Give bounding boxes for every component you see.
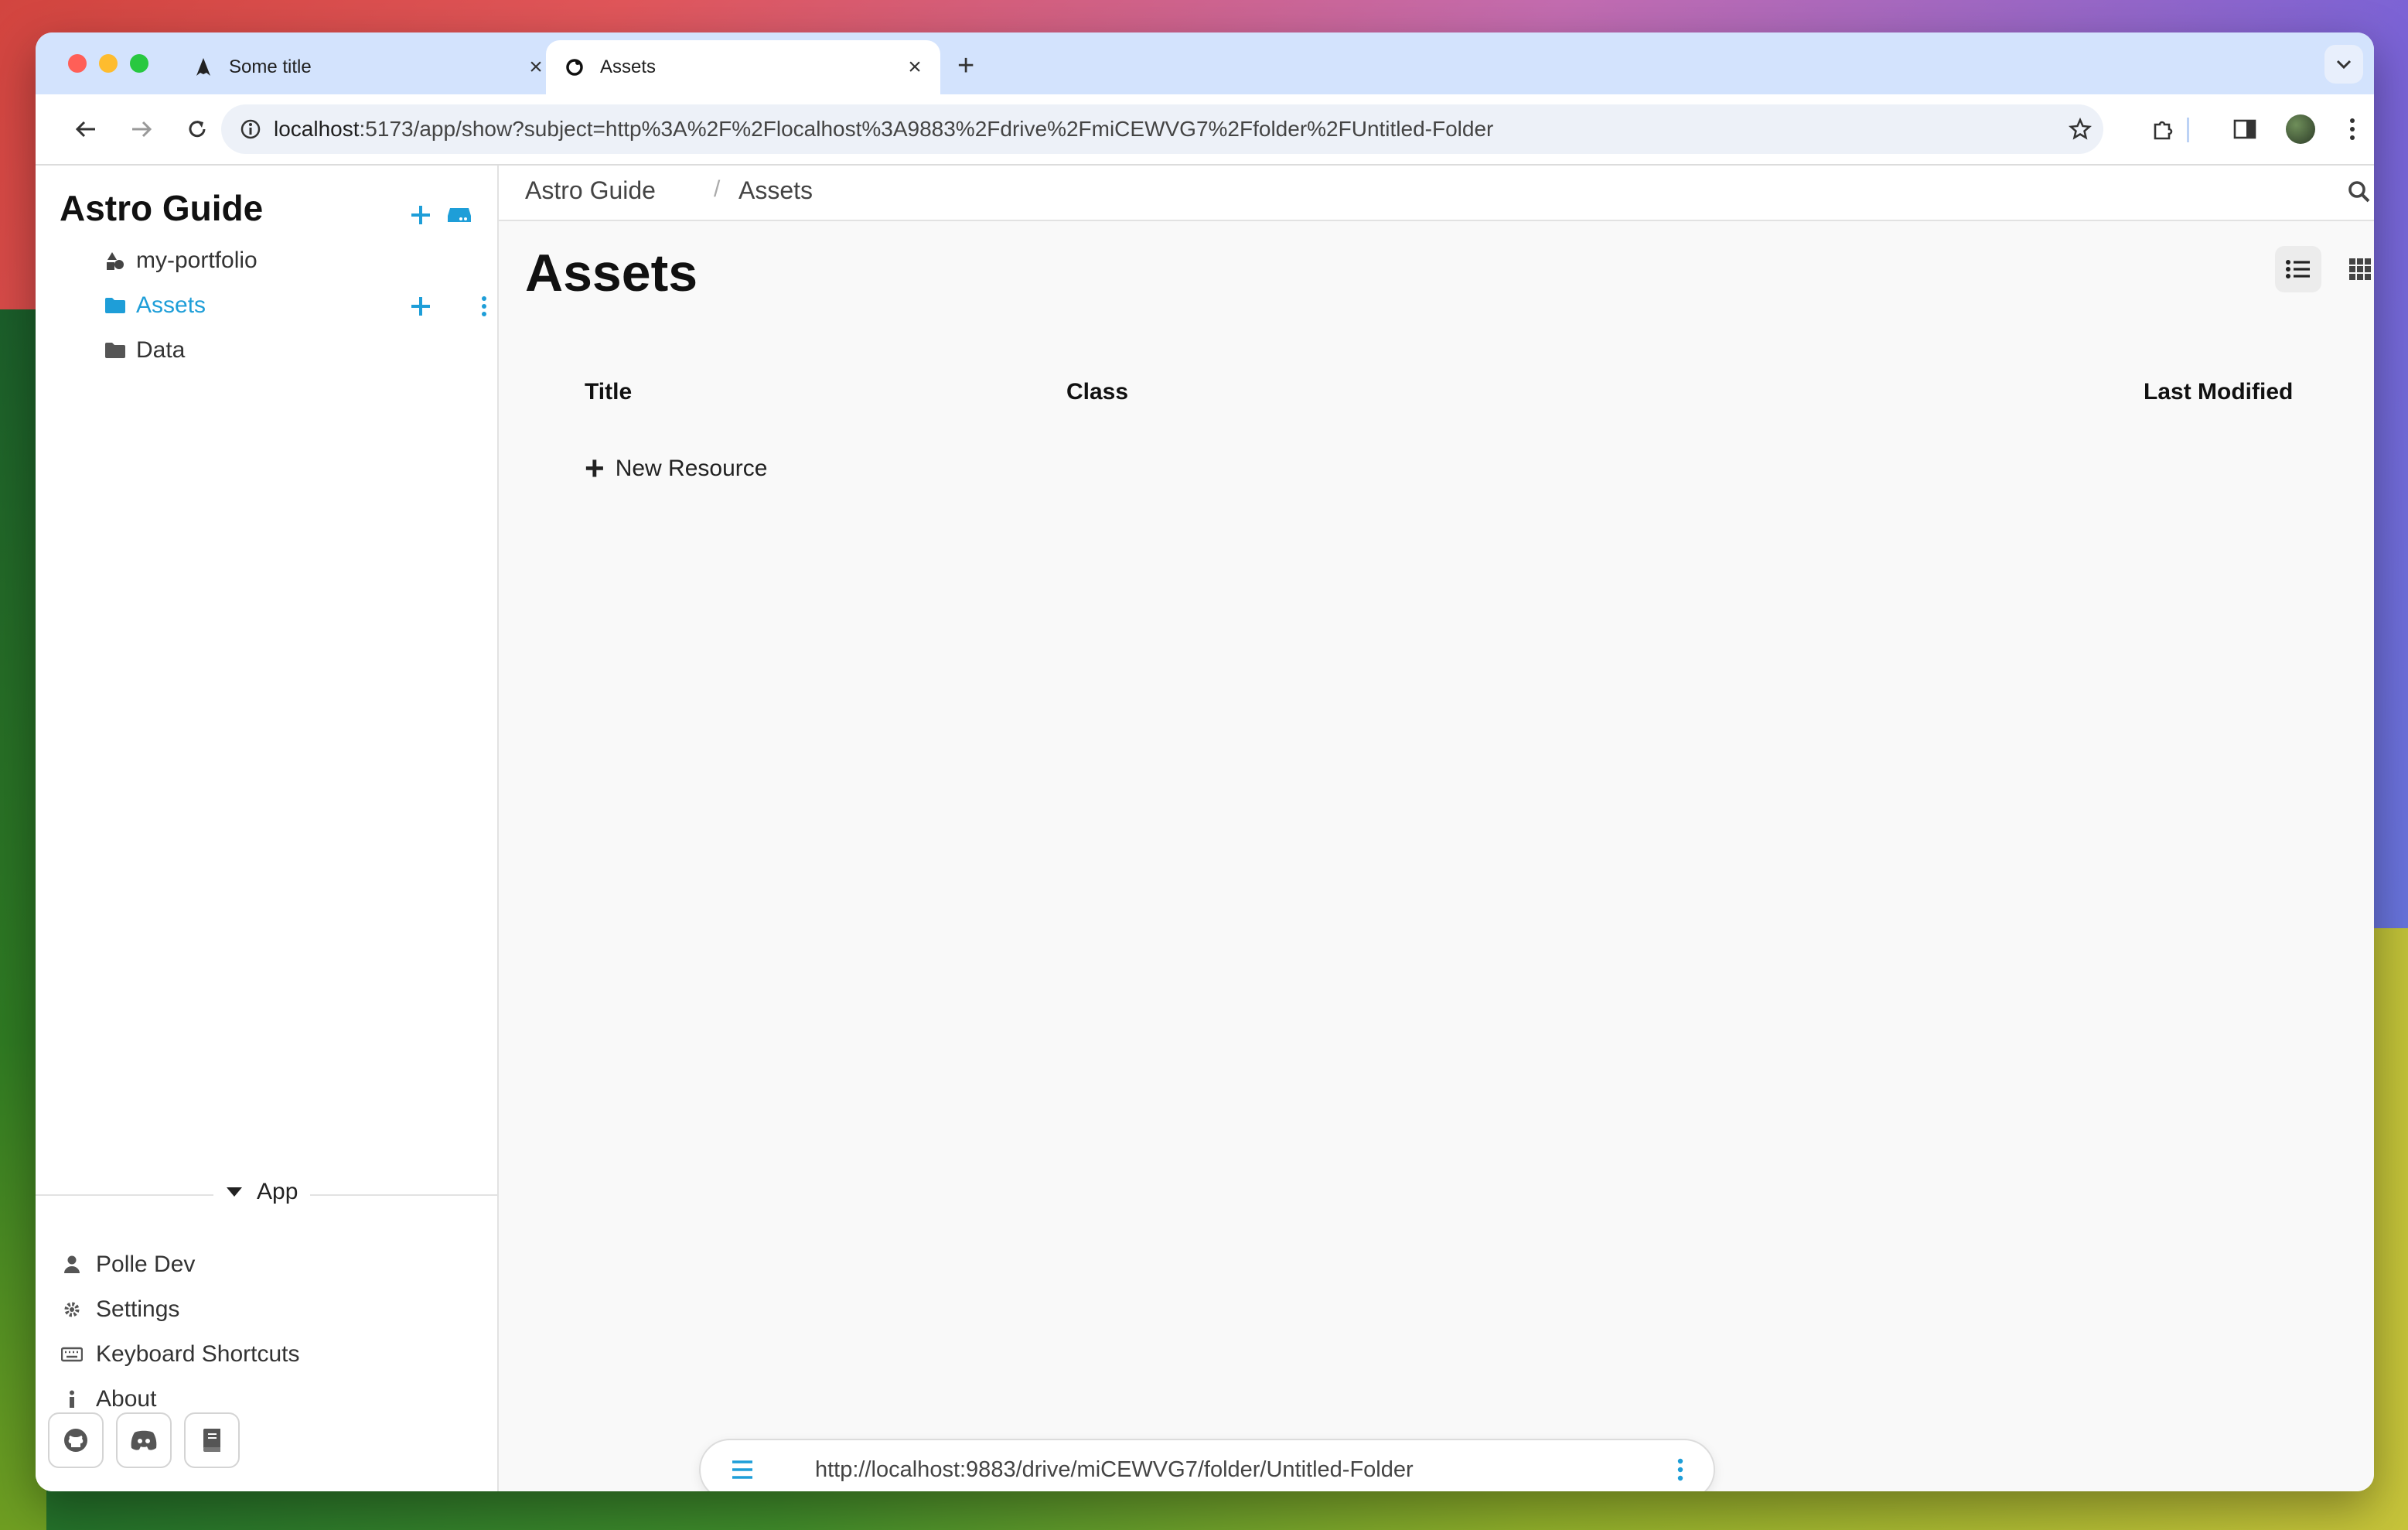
puzzle-icon bbox=[2154, 121, 2173, 140]
plus-icon: + bbox=[585, 449, 605, 487]
book-icon bbox=[203, 1429, 220, 1452]
sidebar-item-data[interactable]: Data bbox=[104, 331, 185, 370]
url-text: localhost:5173/app/show?subject=http%3A%… bbox=[274, 117, 1494, 141]
column-header-class[interactable]: Class bbox=[1066, 379, 1128, 405]
new-tab-button[interactable]: + bbox=[957, 50, 974, 83]
tab-strip: Some title × Assets × + bbox=[36, 32, 2374, 94]
menu-item-user[interactable]: Polle Dev bbox=[60, 1245, 195, 1284]
drive-switch-button[interactable] bbox=[444, 200, 475, 231]
avatar bbox=[2286, 114, 2315, 144]
browser-window: Some title × Assets × + localhost:5173/a… bbox=[36, 32, 2374, 1491]
astro-logo-icon bbox=[193, 57, 213, 77]
close-window-button[interactable] bbox=[68, 54, 87, 73]
app-section-label: App bbox=[257, 1179, 298, 1204]
search-icon bbox=[2348, 181, 2370, 203]
add-to-folder-button[interactable] bbox=[405, 291, 436, 322]
sidebar: Astro Guide my-portfolio Assets Data App… bbox=[36, 166, 499, 1491]
arrow-left-icon bbox=[75, 121, 95, 138]
tab-label: Assets bbox=[600, 56, 657, 77]
menu-item-label: Keyboard Shortcuts bbox=[96, 1341, 300, 1367]
close-icon[interactable]: × bbox=[524, 54, 547, 80]
main-topbar: Astro Guide / Assets bbox=[499, 166, 2374, 221]
info-icon bbox=[60, 1390, 84, 1409]
grid-view-button[interactable] bbox=[2337, 246, 2374, 292]
folder-options-button[interactable] bbox=[476, 291, 492, 322]
list-icon bbox=[2286, 260, 2310, 278]
side-panel-icon bbox=[2233, 119, 2256, 139]
tab-label: Some title bbox=[229, 56, 312, 77]
hard-drive-icon bbox=[448, 208, 471, 222]
sidebar-item-assets[interactable]: Assets bbox=[104, 286, 206, 325]
new-resource-label: New Resource bbox=[615, 456, 768, 481]
minimize-window-button[interactable] bbox=[99, 54, 118, 73]
kebab-menu-icon bbox=[1677, 1458, 1683, 1481]
reload-icon bbox=[189, 121, 206, 138]
plus-icon bbox=[411, 297, 430, 316]
folder-icon bbox=[104, 297, 127, 314]
plus-icon bbox=[411, 206, 430, 224]
breadcrumb-current: Assets bbox=[738, 176, 813, 204]
sidebar-item-label: Assets bbox=[136, 292, 206, 318]
maximize-window-button[interactable] bbox=[130, 54, 148, 73]
close-icon[interactable]: × bbox=[903, 54, 926, 80]
tab-assets[interactable]: Assets × bbox=[546, 40, 940, 94]
chevron-down-icon bbox=[2336, 60, 2352, 70]
bookmark-star-icon[interactable] bbox=[2057, 118, 2103, 141]
search-button[interactable] bbox=[2344, 176, 2374, 207]
new-resource-button[interactable] bbox=[405, 200, 436, 231]
new-resource-row-button[interactable]: + New Resource bbox=[585, 452, 767, 486]
extensions-button[interactable] bbox=[2144, 110, 2182, 149]
sidebar-item-label: my-portfolio bbox=[136, 248, 258, 273]
list-view-button[interactable] bbox=[2275, 246, 2321, 292]
forward-button[interactable] bbox=[122, 110, 161, 149]
site-info-icon[interactable] bbox=[227, 118, 274, 140]
subject-navigation-bar: http://localhost:9883/drive/miCEWVG7/fol… bbox=[699, 1439, 1715, 1491]
discord-link-button[interactable] bbox=[116, 1412, 172, 1468]
sidebar-item-my-portfolio[interactable]: my-portfolio bbox=[104, 241, 258, 280]
browser-menu-button[interactable] bbox=[2337, 110, 2368, 149]
sidebar-item-label: Data bbox=[136, 337, 186, 363]
kebab-menu-icon bbox=[482, 296, 486, 316]
arrow-right-icon bbox=[132, 121, 152, 138]
grid-icon bbox=[2349, 258, 2371, 280]
github-link-button[interactable] bbox=[48, 1412, 104, 1468]
side-panel-button[interactable] bbox=[2226, 110, 2264, 149]
breadcrumb-separator: / bbox=[714, 176, 721, 202]
sidebar-toggle-button[interactable] bbox=[727, 1454, 758, 1485]
menu-item-label: Settings bbox=[96, 1296, 180, 1322]
discord-icon bbox=[131, 1430, 157, 1450]
atomic-logo-icon bbox=[564, 57, 585, 77]
subject-url-input[interactable]: http://localhost:9883/drive/miCEWVG7/fol… bbox=[815, 1457, 1714, 1483]
folder-icon bbox=[104, 342, 127, 359]
menu-item-label: Polle Dev bbox=[96, 1252, 196, 1277]
column-header-title[interactable]: Title bbox=[585, 379, 632, 405]
page-title: Assets bbox=[525, 244, 698, 302]
hamburger-menu-icon bbox=[732, 1460, 752, 1479]
app-section-toggle[interactable]: App bbox=[213, 1179, 311, 1205]
reload-button[interactable] bbox=[178, 110, 217, 149]
app-area: Astro Guide my-portfolio Assets Data App… bbox=[36, 166, 2374, 1491]
menu-item-settings[interactable]: Settings bbox=[60, 1290, 179, 1329]
column-header-last-modified[interactable]: Last Modified bbox=[2144, 379, 2293, 405]
profile-avatar[interactable] bbox=[2281, 110, 2320, 149]
shapes-icon bbox=[104, 251, 127, 271]
toolbar-divider bbox=[2187, 118, 2189, 142]
user-icon bbox=[60, 1255, 84, 1274]
drive-title[interactable]: Astro Guide bbox=[60, 187, 263, 229]
keyboard-icon bbox=[60, 1347, 84, 1362]
breadcrumb-item[interactable]: Astro Guide bbox=[525, 176, 656, 205]
gear-icon bbox=[60, 1300, 84, 1319]
tab-search-button[interactable] bbox=[2324, 45, 2363, 84]
browser-toolbar: localhost:5173/app/show?subject=http%3A%… bbox=[36, 94, 2374, 166]
back-button[interactable] bbox=[67, 110, 105, 149]
docs-link-button[interactable] bbox=[184, 1412, 240, 1468]
tab-some-title[interactable]: Some title × bbox=[175, 40, 561, 94]
kebab-menu-icon bbox=[2350, 118, 2355, 140]
menu-item-label: About bbox=[96, 1386, 157, 1412]
resource-menu-button[interactable] bbox=[1669, 1454, 1692, 1485]
menu-item-keyboard-shortcuts[interactable]: Keyboard Shortcuts bbox=[60, 1335, 299, 1374]
caret-down-icon bbox=[227, 1187, 242, 1197]
github-icon bbox=[64, 1429, 87, 1452]
address-bar[interactable]: localhost:5173/app/show?subject=http%3A%… bbox=[221, 104, 2103, 154]
